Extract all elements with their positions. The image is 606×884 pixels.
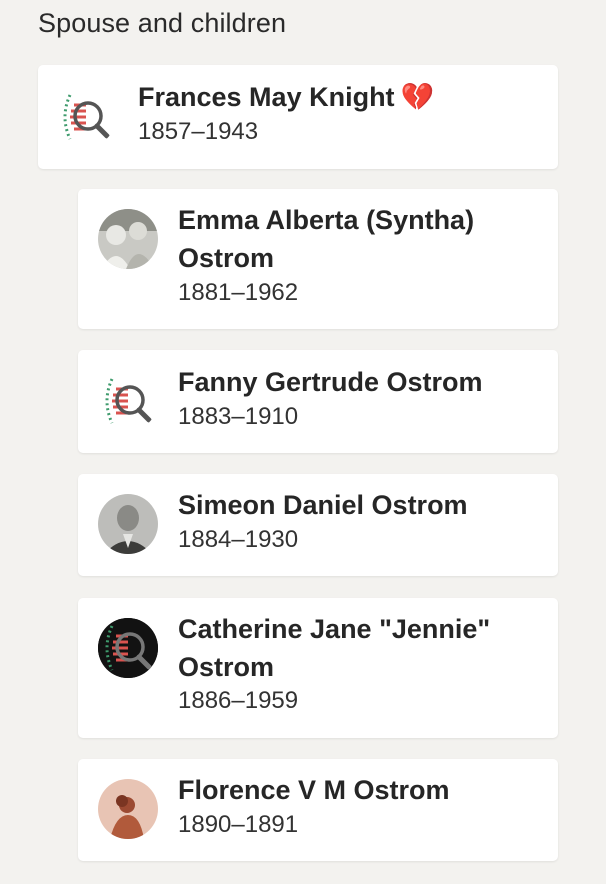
child-card[interactable]: Catherine Jane "Jennie" Ostrom 1886–1959 — [78, 598, 558, 738]
woman-silhouette-icon — [98, 779, 158, 839]
child-dates: 1884–1930 — [178, 526, 299, 553]
child-dates: 1883–1910 — [178, 403, 299, 430]
section-title: Spouse and children — [38, 8, 287, 38]
spouse-card[interactable]: Frances May Knight 💔 1857–1943 — [38, 65, 558, 169]
child-name-line1[interactable]: Emma Alberta (Syntha) — [178, 201, 474, 239]
child-name-line2[interactable]: Ostrom — [178, 239, 274, 277]
spouse-dates: 1857–1943 — [138, 118, 259, 145]
child-dates: 1886–1959 — [178, 687, 299, 714]
child-dates: 1881–1962 — [178, 279, 299, 306]
dna-search-avatar-icon — [98, 371, 158, 431]
spouse-name-text: Frances May Knight — [138, 82, 395, 112]
child-card[interactable]: Simeon Daniel Ostrom 1884–1930 — [78, 474, 558, 576]
child-name-line2[interactable]: Ostrom — [178, 648, 274, 686]
child-name-line1[interactable]: Catherine Jane "Jennie" — [178, 610, 490, 648]
child-card[interactable]: Florence V M Ostrom 1890–1891 — [78, 759, 558, 861]
broken-heart-icon: 💔 — [400, 82, 435, 112]
child-name[interactable]: Florence V M Ostrom — [178, 771, 450, 809]
spouse-name[interactable]: Frances May Knight 💔 — [138, 78, 434, 116]
dna-search-avatar-icon — [56, 87, 116, 147]
child-dates: 1890–1891 — [178, 811, 299, 838]
photo-avatar — [98, 494, 158, 554]
child-card[interactable]: Fanny Gertrude Ostrom 1883–1910 — [78, 350, 558, 453]
child-name[interactable]: Fanny Gertrude Ostrom — [178, 363, 483, 401]
child-card[interactable]: Emma Alberta (Syntha) Ostrom 1881–1962 — [78, 189, 558, 329]
photo-avatar — [98, 209, 158, 269]
dna-search-avatar-dark-icon — [98, 618, 158, 678]
child-name[interactable]: Simeon Daniel Ostrom — [178, 486, 468, 524]
